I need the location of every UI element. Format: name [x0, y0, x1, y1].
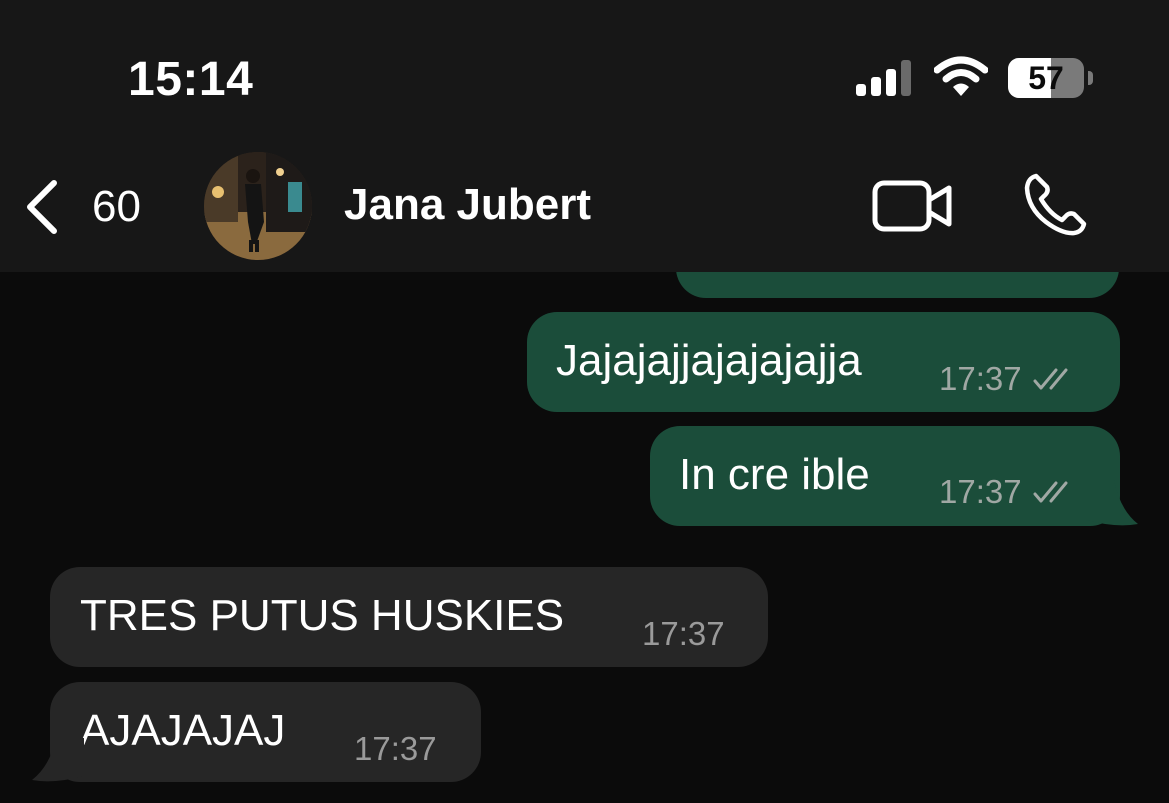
- status-time: 15:14: [128, 53, 254, 106]
- message-bubble-incoming[interactable]: AJAJAJAJ 17:37: [50, 682, 481, 782]
- message-time: 17:37: [939, 473, 1022, 510]
- avatar-photo: [204, 152, 312, 260]
- avatar[interactable]: [204, 152, 312, 260]
- message-text: Jajajajjajajajajja: [556, 336, 862, 385]
- top-bar: 15:14 57 60 Jana Jubert: [0, 0, 1169, 272]
- wifi-icon: [934, 56, 988, 96]
- message-text: TRES PUTUS HUSKIES: [80, 591, 565, 640]
- video-camera-icon[interactable]: [872, 178, 954, 234]
- message-bubble-outgoing[interactable]: Jajajajjajajajajja 17:37: [527, 312, 1120, 412]
- message-meta: 17:37: [939, 473, 1078, 511]
- unread-count: 60: [92, 182, 141, 231]
- message-meta: 17:37: [642, 615, 725, 653]
- message-text: In cre ible: [679, 450, 870, 499]
- message-bubble-incoming[interactable]: TRES PUTUS HUSKIES 17:37: [50, 567, 768, 667]
- chevron-left-icon: [27, 180, 57, 234]
- message-meta: 17:37: [354, 730, 437, 768]
- message-time: 17:37: [354, 730, 437, 767]
- message-bubble-outgoing[interactable]: In cre ible 17:37: [650, 426, 1120, 526]
- chat-screen: Jajajajjajajajajja 17:37 In cre ible 17:…: [0, 0, 1169, 803]
- phone-icon[interactable]: [1022, 172, 1088, 238]
- read-ticks-icon: [1033, 481, 1068, 503]
- bubble-tail: [32, 738, 84, 782]
- cellular-signal-icon: [856, 60, 911, 96]
- battery-icon: 57: [1008, 58, 1094, 98]
- battery-percent: 57: [1028, 60, 1064, 96]
- back-button[interactable]: 60: [22, 172, 162, 242]
- read-ticks-icon: [1033, 368, 1068, 390]
- message-text: AJAJAJAJ: [80, 706, 286, 755]
- battery-cap: [1088, 71, 1093, 85]
- contact-name[interactable]: Jana Jubert: [344, 180, 591, 230]
- bubble-tail: [1086, 480, 1138, 526]
- battery-body: 57: [1008, 58, 1084, 98]
- message-time: 17:37: [642, 615, 725, 652]
- message-meta: 17:37: [939, 360, 1078, 398]
- message-time: 17:37: [939, 360, 1022, 397]
